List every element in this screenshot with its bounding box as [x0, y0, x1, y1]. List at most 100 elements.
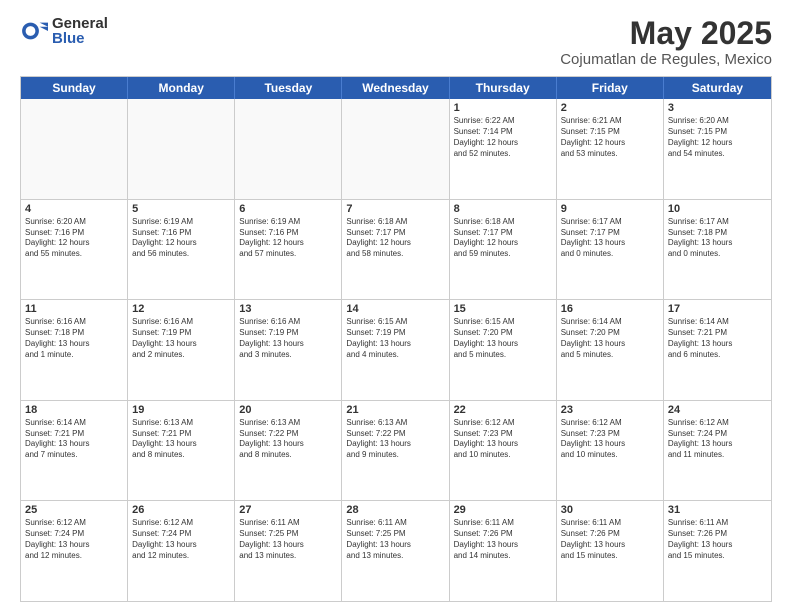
day-cell-31: 31Sunrise: 6:11 AM Sunset: 7:26 PM Dayli…	[664, 501, 771, 601]
day-info: Sunrise: 6:14 AM Sunset: 7:21 PM Dayligh…	[25, 418, 123, 461]
day-cell-13: 13 Sunrise: 6:16 AM Sunset: 7:19 PM Dayli…	[235, 300, 342, 400]
day-cell-5: 5 Sunrise: 6:19 AM Sunset: 7:16 PM Daylig…	[128, 200, 235, 300]
day-info: Sunrise: 6:19 AM Sunset: 7:16 PM Dayligh…	[239, 217, 337, 260]
day-number: 13	[239, 303, 337, 315]
day-cell-empty-0-2	[235, 99, 342, 199]
day-number: 27	[239, 504, 337, 516]
day-cell-4: 4Sunrise: 6:20 AM Sunset: 7:16 PM Daylig…	[21, 200, 128, 300]
logo-text: General Blue	[52, 16, 108, 46]
day-cell-2: 2 Sunrise: 6:21 AM Sunset: 7:15 PM Daylig…	[557, 99, 664, 199]
day-info: Sunrise: 6:11 AM Sunset: 7:25 PM Dayligh…	[239, 518, 337, 561]
day-number: 24	[668, 404, 767, 416]
day-number: 28	[346, 504, 444, 516]
logo: General Blue	[20, 16, 108, 46]
day-cell-15: 15 Sunrise: 6:15 AM Sunset: 7:20 PM Dayli…	[450, 300, 557, 400]
day-number: 30	[561, 504, 659, 516]
header: General Blue May 2025 Cojumatlan de Regu…	[20, 16, 772, 68]
day-cell-23: 23 Sunrise: 6:12 AM Sunset: 7:23 PM Dayli…	[557, 401, 664, 501]
day-number: 1	[454, 102, 552, 114]
day-number: 26	[132, 504, 230, 516]
calendar-header: SundayMondayTuesdayWednesdayThursdayFrid…	[21, 77, 771, 99]
day-cell-22: 22Sunrise: 6:12 AM Sunset: 7:23 PM Dayli…	[450, 401, 557, 501]
day-info: Sunrise: 6:15 AM Sunset: 7:20 PM Dayligh…	[454, 317, 552, 360]
weekday-header-sunday: Sunday	[21, 77, 128, 99]
day-info: Sunrise: 6:17 AM Sunset: 7:18 PM Dayligh…	[668, 217, 767, 260]
day-cell-1: 1 Sunrise: 6:22 AM Sunset: 7:14 PM Daylig…	[450, 99, 557, 199]
day-info: Sunrise: 6:16 AM Sunset: 7:18 PM Dayligh…	[25, 317, 123, 360]
day-number: 11	[25, 303, 123, 315]
day-cell-3: 3Sunrise: 6:20 AM Sunset: 7:15 PM Daylig…	[664, 99, 771, 199]
day-info: Sunrise: 6:20 AM Sunset: 7:15 PM Dayligh…	[668, 116, 767, 159]
day-info: Sunrise: 6:11 AM Sunset: 7:25 PM Dayligh…	[346, 518, 444, 561]
weekday-header-tuesday: Tuesday	[235, 77, 342, 99]
weekday-header-monday: Monday	[128, 77, 235, 99]
day-info: Sunrise: 6:21 AM Sunset: 7:15 PM Dayligh…	[561, 116, 659, 159]
day-info: Sunrise: 6:14 AM Sunset: 7:21 PM Dayligh…	[668, 317, 767, 360]
day-cell-12: 12Sunrise: 6:16 AM Sunset: 7:19 PM Dayli…	[128, 300, 235, 400]
month-title: May 2025	[560, 16, 772, 51]
day-info: Sunrise: 6:11 AM Sunset: 7:26 PM Dayligh…	[454, 518, 552, 561]
day-info: Sunrise: 6:22 AM Sunset: 7:14 PM Dayligh…	[454, 116, 552, 159]
day-number: 23	[561, 404, 659, 416]
calendar-row-1: 4Sunrise: 6:20 AM Sunset: 7:16 PM Daylig…	[21, 200, 771, 301]
day-number: 9	[561, 203, 659, 215]
day-info: Sunrise: 6:17 AM Sunset: 7:17 PM Dayligh…	[561, 217, 659, 260]
day-cell-25: 25Sunrise: 6:12 AM Sunset: 7:24 PM Dayli…	[21, 501, 128, 601]
day-number: 7	[346, 203, 444, 215]
logo-general-text: General	[52, 16, 108, 31]
day-cell-17: 17 Sunrise: 6:14 AM Sunset: 7:21 PM Dayli…	[664, 300, 771, 400]
day-info: Sunrise: 6:15 AM Sunset: 7:19 PM Dayligh…	[346, 317, 444, 360]
day-number: 14	[346, 303, 444, 315]
day-number: 2	[561, 102, 659, 114]
calendar-row-0: 1 Sunrise: 6:22 AM Sunset: 7:14 PM Daylig…	[21, 99, 771, 200]
weekday-header-saturday: Saturday	[664, 77, 771, 99]
day-number: 22	[454, 404, 552, 416]
day-info: Sunrise: 6:18 AM Sunset: 7:17 PM Dayligh…	[346, 217, 444, 260]
day-info: Sunrise: 6:18 AM Sunset: 7:17 PM Dayligh…	[454, 217, 552, 260]
weekday-header-thursday: Thursday	[450, 77, 557, 99]
calendar: SundayMondayTuesdayWednesdayThursdayFrid…	[20, 76, 772, 602]
day-info: Sunrise: 6:11 AM Sunset: 7:26 PM Dayligh…	[668, 518, 767, 561]
day-number: 20	[239, 404, 337, 416]
day-info: Sunrise: 6:12 AM Sunset: 7:23 PM Dayligh…	[561, 418, 659, 461]
day-info: Sunrise: 6:11 AM Sunset: 7:26 PM Dayligh…	[561, 518, 659, 561]
day-number: 6	[239, 203, 337, 215]
calendar-row-3: 18 Sunrise: 6:14 AM Sunset: 7:21 PM Dayli…	[21, 401, 771, 502]
day-cell-7: 7 Sunrise: 6:18 AM Sunset: 7:17 PM Daylig…	[342, 200, 449, 300]
logo-icon	[20, 17, 48, 45]
day-info: Sunrise: 6:19 AM Sunset: 7:16 PM Dayligh…	[132, 217, 230, 260]
day-cell-26: 26Sunrise: 6:12 AM Sunset: 7:24 PM Dayli…	[128, 501, 235, 601]
calendar-row-2: 11 Sunrise: 6:16 AM Sunset: 7:18 PM Dayli…	[21, 300, 771, 401]
day-info: Sunrise: 6:13 AM Sunset: 7:22 PM Dayligh…	[239, 418, 337, 461]
day-number: 5	[132, 203, 230, 215]
location-title: Cojumatlan de Regules, Mexico	[560, 51, 772, 68]
day-number: 17	[668, 303, 767, 315]
day-number: 15	[454, 303, 552, 315]
day-number: 25	[25, 504, 123, 516]
day-cell-27: 27 Sunrise: 6:11 AM Sunset: 7:25 PM Dayli…	[235, 501, 342, 601]
weekday-header-wednesday: Wednesday	[342, 77, 449, 99]
day-number: 16	[561, 303, 659, 315]
day-cell-6: 6 Sunrise: 6:19 AM Sunset: 7:16 PM Daylig…	[235, 200, 342, 300]
day-number: 29	[454, 504, 552, 516]
day-cell-29: 29 Sunrise: 6:11 AM Sunset: 7:26 PM Dayli…	[450, 501, 557, 601]
day-cell-8: 8 Sunrise: 6:18 AM Sunset: 7:17 PM Daylig…	[450, 200, 557, 300]
day-info: Sunrise: 6:16 AM Sunset: 7:19 PM Dayligh…	[132, 317, 230, 360]
day-info: Sunrise: 6:14 AM Sunset: 7:20 PM Dayligh…	[561, 317, 659, 360]
day-number: 8	[454, 203, 552, 215]
day-cell-9: 9 Sunrise: 6:17 AM Sunset: 7:17 PM Daylig…	[557, 200, 664, 300]
day-cell-30: 30 Sunrise: 6:11 AM Sunset: 7:26 PM Dayli…	[557, 501, 664, 601]
day-info: Sunrise: 6:20 AM Sunset: 7:16 PM Dayligh…	[25, 217, 123, 260]
day-cell-24: 24Sunrise: 6:12 AM Sunset: 7:24 PM Dayli…	[664, 401, 771, 501]
day-cell-11: 11 Sunrise: 6:16 AM Sunset: 7:18 PM Dayli…	[21, 300, 128, 400]
day-number: 18	[25, 404, 123, 416]
day-cell-28: 28 Sunrise: 6:11 AM Sunset: 7:25 PM Dayli…	[342, 501, 449, 601]
day-info: Sunrise: 6:13 AM Sunset: 7:22 PM Dayligh…	[346, 418, 444, 461]
day-info: Sunrise: 6:16 AM Sunset: 7:19 PM Dayligh…	[239, 317, 337, 360]
day-number: 21	[346, 404, 444, 416]
day-cell-empty-0-3	[342, 99, 449, 199]
day-cell-19: 19Sunrise: 6:13 AM Sunset: 7:21 PM Dayli…	[128, 401, 235, 501]
day-number: 19	[132, 404, 230, 416]
day-cell-10: 10Sunrise: 6:17 AM Sunset: 7:18 PM Dayli…	[664, 200, 771, 300]
day-cell-18: 18 Sunrise: 6:14 AM Sunset: 7:21 PM Dayli…	[21, 401, 128, 501]
